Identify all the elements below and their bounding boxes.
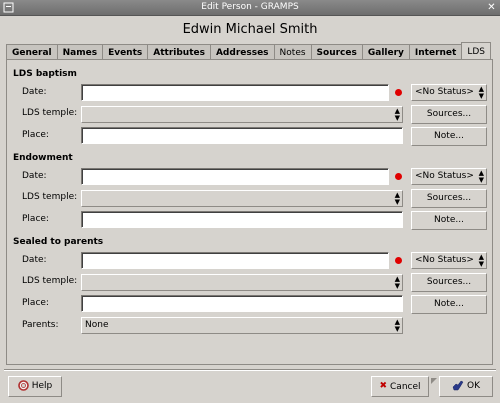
tab-gallery[interactable]: Gallery <box>361 44 410 60</box>
date-label: Date: <box>22 171 47 181</box>
date-validity-indicator <box>395 257 402 264</box>
footer-divider <box>4 369 496 371</box>
date-validity-indicator <box>395 173 402 180</box>
baptism-sources-button[interactable]: Sources... <box>411 105 487 124</box>
spin-arrows-icon: ▲ ▼ <box>478 169 484 184</box>
sealed-note-button[interactable]: Note... <box>411 295 487 314</box>
place-label: Place: <box>22 298 49 308</box>
baptism-temple-combo[interactable]: ▲ ▼ <box>81 106 403 123</box>
parents-value: None <box>85 320 109 330</box>
sealed-date-field[interactable] <box>81 252 389 269</box>
cancel-button[interactable]: ✖ Cancel <box>371 376 429 397</box>
endowment-note-button[interactable]: Note... <box>411 211 487 230</box>
baptism-status-select[interactable]: <No Status> ▲ ▼ <box>411 84 487 101</box>
status-value: <No Status> <box>415 255 474 265</box>
baptism-place-field[interactable] <box>81 127 403 144</box>
window-titlebar: Edit Person - GRAMPS ✕ <box>0 0 500 16</box>
endowment-place-field[interactable] <box>81 211 403 228</box>
ok-label: OK <box>467 381 480 391</box>
help-label: Help <box>31 381 53 391</box>
section-title-sealed-to-parents: Sealed to parents <box>13 237 104 247</box>
section-title-lds-baptism: LDS baptism <box>13 69 77 79</box>
tab-addresses[interactable]: Addresses <box>209 44 275 60</box>
endowment-sources-button[interactable]: Sources... <box>411 189 487 208</box>
temple-label: LDS temple: <box>22 108 78 118</box>
baptism-date-field[interactable] <box>81 84 389 101</box>
endowment-temple-combo[interactable]: ▲ ▼ <box>81 190 403 207</box>
spin-arrows-icon: ▲ ▼ <box>478 253 484 268</box>
tab-names[interactable]: Names <box>56 44 104 60</box>
tab-lds[interactable]: LDS <box>461 42 491 60</box>
tab-attributes[interactable]: Attributes <box>147 44 211 60</box>
sealed-temple-combo[interactable]: ▲ ▼ <box>81 274 403 291</box>
cancel-label: Cancel <box>390 382 421 392</box>
sealed-sources-button[interactable]: Sources... <box>411 273 487 292</box>
place-label: Place: <box>22 130 49 140</box>
ok-hand-icon <box>452 380 464 391</box>
sealed-status-select[interactable]: <No Status> ▲ ▼ <box>411 252 487 269</box>
temple-label: LDS temple: <box>22 192 78 202</box>
tab-general[interactable]: General <box>6 44 58 60</box>
window-menu-icon[interactable] <box>3 2 14 13</box>
endowment-status-select[interactable]: <No Status> ▲ ▼ <box>411 168 487 185</box>
tab-notes[interactable]: Notes <box>273 44 312 60</box>
endowment-date-field[interactable] <box>81 168 389 185</box>
lifebuoy-icon <box>17 380 29 391</box>
close-icon[interactable]: ✕ <box>486 2 497 13</box>
help-button[interactable]: Help <box>8 376 62 397</box>
date-validity-indicator <box>395 89 402 96</box>
tab-events[interactable]: Events <box>102 44 149 60</box>
spin-arrows-icon: ▲ ▼ <box>394 107 400 122</box>
tab-internet[interactable]: Internet <box>408 44 463 60</box>
status-value: <No Status> <box>415 171 474 181</box>
sealed-place-field[interactable] <box>81 295 403 312</box>
spin-arrows-icon: ▲ ▼ <box>394 191 400 206</box>
parents-label: Parents: <box>22 320 59 330</box>
tab-sources[interactable]: Sources <box>310 44 363 60</box>
spin-arrows-icon: ▲ ▼ <box>478 85 484 100</box>
cancel-x-icon: ✖ <box>379 381 388 391</box>
tab-bar: General Names Events Attributes Addresse… <box>6 42 491 60</box>
spin-arrows-icon: ▲ ▼ <box>394 318 400 333</box>
person-name-heading: Edwin Michael Smith <box>182 22 318 37</box>
status-value: <No Status> <box>415 87 474 97</box>
temple-label: LDS temple: <box>22 276 78 286</box>
date-label: Date: <box>22 87 47 97</box>
parents-combo[interactable]: None ▲ ▼ <box>81 317 403 334</box>
place-label: Place: <box>22 214 49 224</box>
baptism-note-button[interactable]: Note... <box>411 127 487 146</box>
window-title: Edit Person - GRAMPS <box>201 2 299 12</box>
ok-button[interactable]: OK <box>439 376 493 397</box>
date-label: Date: <box>22 255 47 265</box>
resize-grip-icon[interactable] <box>431 378 437 384</box>
section-title-endowment: Endowment <box>13 153 73 163</box>
spin-arrows-icon: ▲ ▼ <box>394 275 400 290</box>
